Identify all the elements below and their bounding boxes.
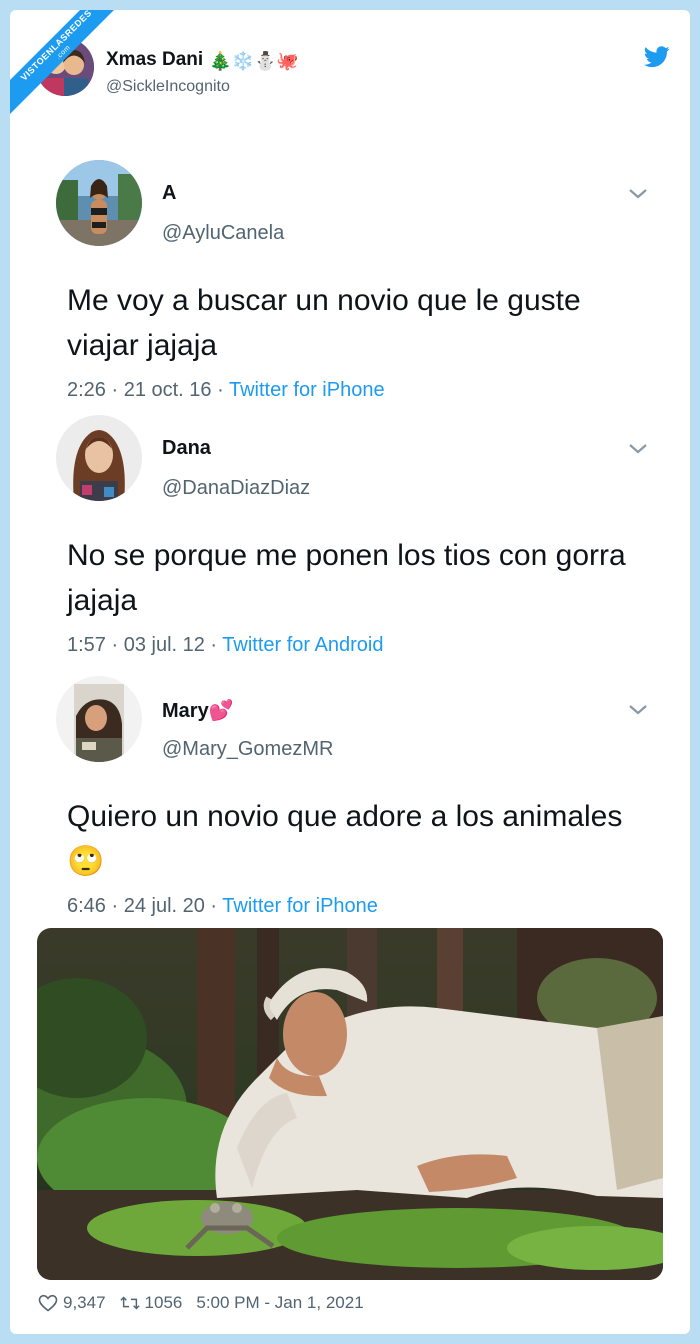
chevron-down-icon[interactable] (628, 704, 648, 716)
tweet-author-name[interactable]: Mary💕 (162, 698, 234, 723)
retweet-icon[interactable] (119, 1294, 140, 1312)
avatar[interactable] (56, 160, 142, 246)
tweet-source[interactable]: Twitter for Android (222, 634, 383, 656)
chevron-down-icon[interactable] (628, 443, 648, 455)
twitter-bird-icon[interactable] (644, 46, 670, 68)
author-handle[interactable]: @SickleIncognito (106, 78, 230, 96)
tweet-timestamp[interactable]: 5:00 PM - Jan 1, 2021 (196, 1293, 363, 1313)
tweet-time[interactable]: 1:57 · 03 jul. 12 · (67, 634, 222, 656)
tweet-meta: 1:57 · 03 jul. 12 · Twitter for Android (67, 634, 383, 657)
chevron-down-icon[interactable] (628, 188, 648, 200)
tweet-author-name[interactable]: Dana (162, 437, 211, 460)
tweet-author-handle[interactable]: @AyluCanela (162, 222, 284, 245)
author-display-name: Xmas Dani (106, 49, 204, 70)
tweet-meta: 2:26 · 21 oct. 16 · Twitter for iPhone (67, 379, 385, 402)
tweet-author-handle[interactable]: @Mary_GomezMR (162, 738, 333, 761)
tweet-text: No se porque me ponen los tios con gorra… (67, 539, 626, 617)
tweet-photo[interactable] (37, 928, 663, 1280)
author-emojis: 🎄❄️⛄🐙 (209, 51, 299, 71)
tweet-source[interactable]: Twitter for iPhone (222, 895, 378, 917)
tweet-footer: 9,347 1056 5:00 PM - Jan 1, 2021 (38, 1293, 364, 1313)
retweet-count: 1056 (144, 1293, 183, 1312)
tweet-source[interactable]: Twitter for iPhone (229, 379, 385, 401)
tweet-text: Me voy a buscar un novio que le guste vi… (67, 284, 581, 362)
like-count: 9,347 (63, 1293, 106, 1312)
tweet-time[interactable]: 6:46 · 24 jul. 20 · (67, 895, 222, 917)
avatar[interactable] (56, 676, 142, 762)
avatar[interactable] (56, 415, 142, 501)
tweet-card: VISTOENLASREDES .com Xmas Dani 🎄❄️⛄🐙 @Sic… (10, 10, 690, 1334)
tweet-meta: 6:46 · 24 jul. 20 · Twitter for iPhone (67, 895, 378, 918)
tweet-author-name[interactable]: A (162, 182, 176, 205)
tweet-header: Xmas Dani 🎄❄️⛄🐙 @SickleIncognito (36, 36, 676, 100)
author-name[interactable]: Xmas Dani 🎄❄️⛄🐙 (106, 49, 299, 72)
tweet-time[interactable]: 2:26 · 21 oct. 16 · (67, 379, 229, 401)
tweet-text: Quiero un novio que adore a los animales… (67, 800, 623, 878)
tweet-author-handle[interactable]: @DanaDiazDiaz (162, 477, 310, 500)
heart-icon[interactable] (38, 1294, 58, 1312)
